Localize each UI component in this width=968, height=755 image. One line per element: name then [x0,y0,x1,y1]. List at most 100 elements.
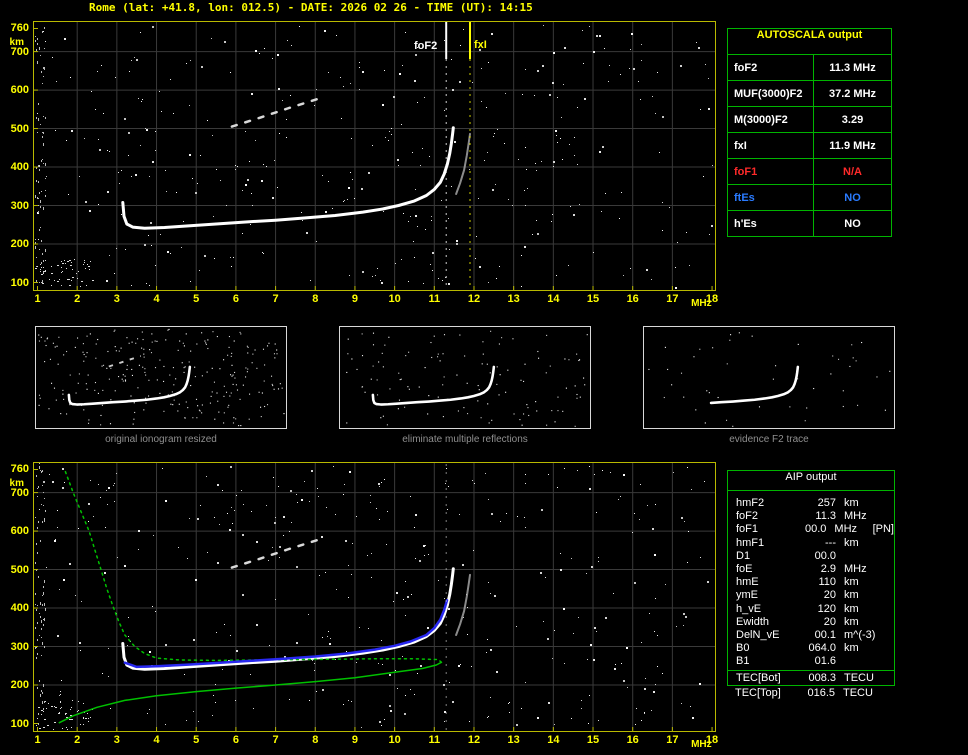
autoscala-row-value: NO [844,217,861,230]
y-axis-label: 760 [10,463,29,476]
aip-row-unit [836,550,884,563]
y-axis-label: 200 [10,238,29,250]
x-axis-label: 8 [312,734,319,746]
x-axis-label: 2 [74,293,81,305]
aip-row-unit: MHz [834,523,858,536]
aip-row: DelN_vE 00.1 m^(-3) [728,629,894,642]
thumb-original-caption: original ionogram resized [105,434,217,445]
x-axis-label: 5 [193,293,200,305]
grid-lines [34,22,715,290]
aip-row-value: 00.0 [814,549,836,562]
x-axis-unit-label: MHz [691,739,712,750]
aip-row-unit: km [844,536,859,549]
autoscala-row-value: 37.2 MHz [828,87,877,100]
aip-row: foF1 00.0 MHz [PN] [728,523,894,536]
autoscala-row-label: ftEs [728,185,814,210]
aip-tec-row-label: TEC[Top] [735,687,781,699]
y-axis-label: 300 [10,640,29,653]
autoscala-row: foF1 N/A [728,159,891,185]
series-o-mode-trace [121,567,455,671]
thumb-original-image [38,328,285,427]
aip-row-note [884,616,886,629]
aip-row-label: DelN_vE [736,628,780,641]
autoscala-row: ftEs NO [728,185,891,211]
noise-dots [35,462,709,730]
y-axis-label: 400 [10,602,29,615]
autoscala-row-label: foF2 [728,55,814,80]
aip-row: B0 064.0 km [728,642,894,655]
aip-row-unit: km [844,576,859,589]
y-axis-label: 600 [10,525,29,538]
aip-row-unit: km [844,589,859,602]
aip-row-label: ymE [736,589,758,602]
x-axis-label: 7 [272,734,279,746]
autoscala-row-label: M(3000)F2 [728,107,814,132]
x-axis-label: 8 [312,293,319,305]
thumb-f2-trace-caption: evidence F2 trace [729,434,809,445]
aip-row-label: foF1 [736,523,759,536]
aip-row-label: hmE [736,576,759,589]
aip-tec-top-row-container: TEC[Top] 016.5 TECU [727,687,893,700]
x-axis-label: 6 [232,734,239,746]
aip-row: ymE 20 km [728,589,894,602]
aip-row-note [884,563,886,576]
noise-dots [35,25,713,289]
autoscala-row-label: MUF(3000)F2 [728,81,814,106]
aip-row-unit [836,655,884,668]
autoscala-row-value: N/A [843,165,862,178]
aip-row-value: 110 [818,576,836,589]
aip-row-label: B1 [736,655,750,668]
aip-tec-row-value: 016.5 [807,687,835,699]
fxi-marker-label: fxI [474,39,487,51]
x-axis-label: 1 [34,293,41,305]
series-profile-topside [64,470,443,664]
x-axis-unit-label: MHz [691,298,712,309]
x-axis-label: 7 [272,293,279,305]
x-axis-label: 9 [351,734,358,746]
y-axis-label: 500 [10,122,29,135]
y-axis-unit-label: km [9,37,24,49]
aip-row-note [884,510,886,523]
aip-row-unit: km [844,497,859,509]
aip-row-unit: MHz [844,510,867,523]
aip-tec-row-label: TEC[Bot] [736,672,781,685]
aip-row: foF2 11.3 MHz [728,510,894,523]
thumb-f2-trace-image [648,332,891,427]
fof2-marker-label: foF2 [414,40,438,52]
series-x-mode-trace [455,132,471,195]
x-axis-label: 11 [428,293,441,305]
aip-row-note [884,576,886,589]
autoscala-row: M(3000)F2 3.29 [728,107,891,133]
aip-row: hmF1 --- km [728,537,894,550]
aip-row-note [884,629,886,642]
aip-row-label: h_vE [736,602,762,615]
aip-title: AIP output [728,471,894,491]
x-axis-label: 1 [34,734,41,746]
aip-row: hmE 110 km [728,576,894,589]
aip-row-note [884,603,886,616]
aip-row-note [884,537,886,550]
x-axis-label: 9 [351,293,358,305]
aip-row-value: 00.0 [805,523,827,536]
aip-row-label: hmF1 [736,536,765,549]
bottom-plot-x-axis: 1 2 3 4 5 6 7 8 9 10 11 12 13 14 15 16 17 18 MHz [33,734,733,750]
aip-row-unit: km [844,602,859,615]
x-axis-label: 13 [507,293,520,305]
aip-row-value: --- [825,536,836,549]
autoscala-row-value: 11.9 MHz [829,139,876,152]
x-axis-label: 16 [626,734,639,746]
bottom-ionogram-plot [33,462,716,732]
thumb-no-multiples-image [346,330,588,427]
y-axis-label: 100 [10,276,29,289]
aip-row-value: 257 [817,497,836,509]
aip-tec-row: TEC[Bot] 008.3 TECU [728,672,894,685]
x-axis-label: 17 [666,734,679,746]
x-axis-label: 13 [507,734,520,746]
aip-row-note [884,642,886,655]
autoscala-row-value: 11.3 MHz [829,61,876,74]
aip-tec-row: TEC[Top] 016.5 TECU [727,687,893,700]
y-axis-label: 400 [10,161,29,174]
autoscala-row: h'Es NO [728,211,891,236]
top-plot-x-axis: 1 2 3 4 5 6 7 8 9 10 11 12 13 14 15 16 17 18 MHz [33,293,733,309]
autoscala-screen: Rome (lat: +41.8, lon: 012.5) - DATE: 20… [0,0,968,755]
